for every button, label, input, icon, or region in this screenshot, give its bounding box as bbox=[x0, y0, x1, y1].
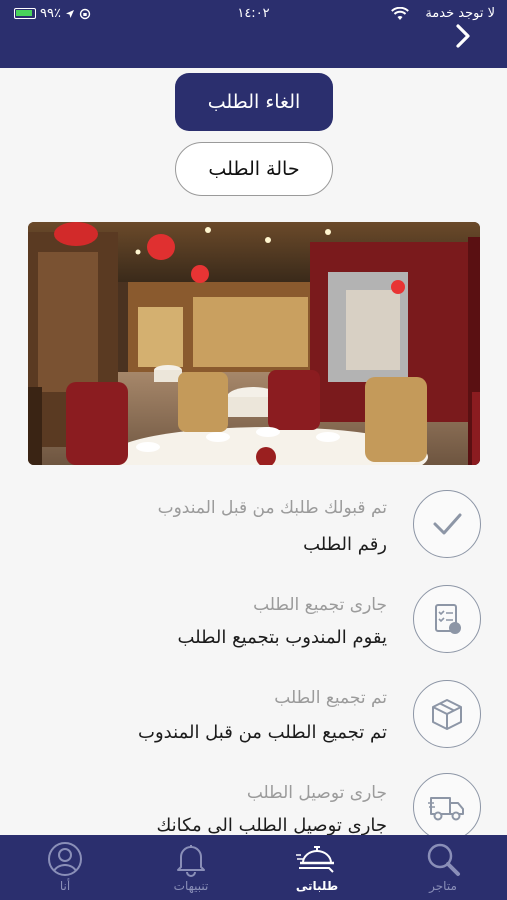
step-subtitle: جارى توصيل الطلب الى مكانك bbox=[156, 815, 387, 836]
food-delivery-icon bbox=[296, 846, 334, 873]
search-icon bbox=[427, 843, 460, 876]
top-bar: لا توجد خدمة ١٤:٠٢ ٩٩٪ bbox=[0, 0, 507, 68]
location-arrow-icon bbox=[65, 9, 74, 18]
status-bar: لا توجد خدمة ١٤:٠٢ ٩٩٪ bbox=[0, 4, 507, 26]
check-icon bbox=[433, 513, 462, 535]
step-collecting: جارى تجميع الطلب يقوم المندوب بتجميع الط… bbox=[0, 585, 507, 675]
step-icon-circle bbox=[413, 490, 481, 558]
battery-icon bbox=[14, 8, 36, 19]
tab-label: متاجر bbox=[429, 879, 457, 893]
tab-notifications[interactable]: تنبيهات bbox=[136, 835, 246, 900]
step-subtitle: يقوم المندوب بتجميع الطلب bbox=[177, 627, 388, 648]
step-icon-circle bbox=[413, 585, 481, 653]
checklist-icon bbox=[435, 604, 461, 634]
delivery-truck-icon bbox=[428, 797, 464, 821]
tab-label: طلباتى bbox=[295, 879, 339, 893]
step-accepted: تم قبولك طلبك من قبل المندوب رقم الطلب bbox=[0, 490, 507, 580]
lock-rotation-icon bbox=[79, 8, 91, 19]
tab-my-orders[interactable]: طلباتى bbox=[262, 835, 372, 900]
order-status-button[interactable]: حالة الطلب bbox=[175, 142, 333, 196]
bottom-tab-bar: متاجر طلباتى تنبيهات أنا bbox=[0, 835, 507, 900]
tab-profile[interactable]: أنا bbox=[10, 835, 120, 900]
tab-stores[interactable]: متاجر bbox=[388, 835, 498, 900]
step-subtitle: رقم الطلب bbox=[303, 534, 387, 555]
step-collected: تم تجميع الطلب تم تجميع الطلب من قبل الم… bbox=[0, 680, 507, 770]
battery-percent: ٩٩٪ bbox=[40, 6, 61, 21]
step-icon-circle bbox=[413, 680, 481, 748]
user-icon bbox=[48, 842, 82, 876]
restaurant-image bbox=[28, 222, 480, 465]
step-icon-circle bbox=[413, 773, 481, 841]
step-title: جارى تجميع الطلب bbox=[253, 595, 387, 615]
bell-icon bbox=[177, 845, 205, 877]
step-title: تم قبولك طلبك من قبل المندوب bbox=[157, 498, 387, 518]
step-title: تم تجميع الطلب bbox=[274, 688, 387, 708]
back-chevron-icon[interactable] bbox=[449, 22, 477, 50]
tab-label: أنا bbox=[59, 879, 71, 893]
battery-indicator: ٩٩٪ bbox=[14, 6, 91, 21]
box-icon bbox=[432, 699, 462, 730]
step-title: جارى توصيل الطلب bbox=[246, 783, 387, 803]
tab-label: تنبيهات bbox=[173, 879, 209, 893]
step-subtitle: تم تجميع الطلب من قبل المندوب bbox=[138, 722, 387, 743]
cancel-order-button[interactable]: الغاء الطلب bbox=[175, 73, 333, 131]
